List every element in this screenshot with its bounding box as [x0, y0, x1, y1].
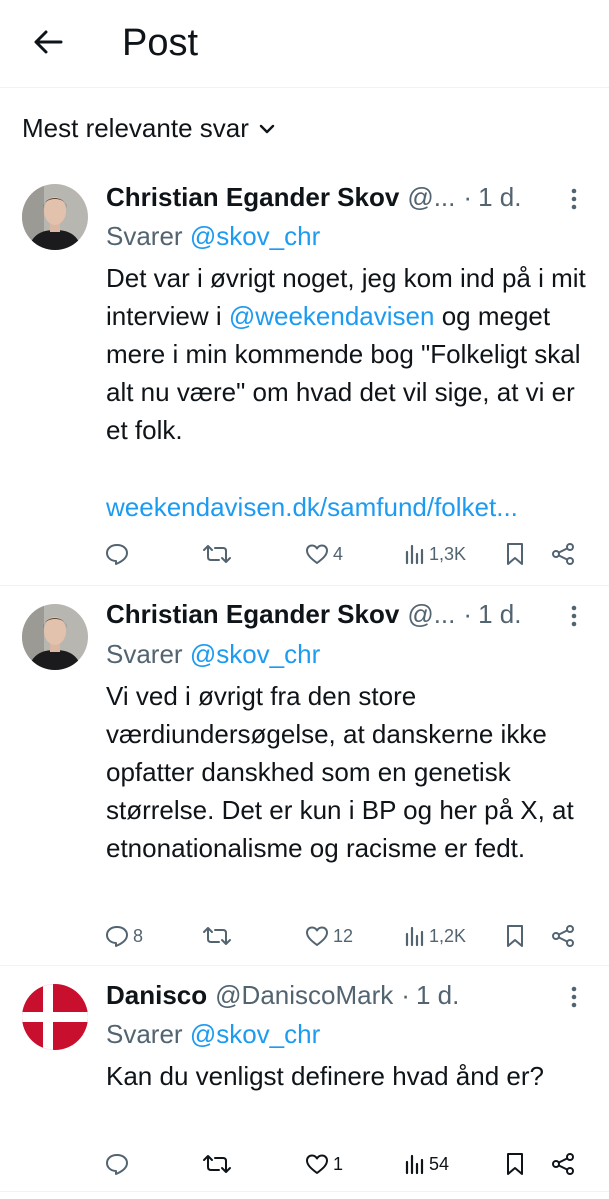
bookmark-icon [507, 925, 523, 947]
sort-dropdown[interactable]: Mest relevante svar [22, 110, 275, 146]
bookmark-button[interactable] [504, 1148, 526, 1180]
post-time[interactable]: 1 d. [416, 978, 459, 1012]
heart-icon [306, 926, 328, 946]
share-icon [552, 1153, 574, 1175]
share-button[interactable] [550, 538, 576, 570]
bookmark-icon [507, 543, 523, 565]
replying-to: Svarer @skov_chr [106, 1017, 320, 1051]
heart-icon [306, 1154, 328, 1174]
reply-button[interactable]: 8 [104, 920, 143, 952]
like-button[interactable]: 12 [304, 920, 353, 952]
bookmark-button[interactable] [504, 920, 526, 952]
author-handle[interactable]: @... [407, 180, 455, 214]
more-vertical-icon [571, 605, 577, 627]
more-vertical-icon [571, 986, 577, 1008]
views-button[interactable]: 1,2K [404, 920, 466, 952]
replying-to-handle[interactable]: @skov_chr [190, 639, 320, 669]
share-button[interactable] [550, 1148, 576, 1180]
bookmark-button[interactable] [504, 538, 526, 570]
avatar[interactable] [22, 984, 88, 1050]
reply-post[interactable]: Danisco @DaniscoMark · 1 d. Svarer @skov… [0, 966, 609, 1192]
repost-icon [203, 927, 231, 945]
author-handle[interactable]: @... [407, 597, 455, 631]
replying-prefix: Svarer [106, 639, 183, 669]
external-link[interactable]: weekendavisen.dk/samfund/folket... [106, 492, 518, 522]
share-icon [552, 543, 574, 565]
like-count: 1 [333, 1153, 344, 1174]
more-options-button[interactable] [562, 601, 586, 631]
like-button[interactable]: 4 [304, 538, 343, 570]
share-button[interactable] [550, 920, 576, 952]
view-count: 1,3K [429, 543, 467, 564]
more-vertical-icon [571, 188, 577, 210]
reply-icon [106, 926, 128, 947]
like-button[interactable]: 1 [304, 1148, 343, 1180]
like-count: 4 [333, 543, 344, 564]
reply-icon [106, 1154, 128, 1175]
separator-dot: · [463, 599, 473, 629]
arrow-left-icon [34, 30, 63, 54]
replying-to-handle[interactable]: @skov_chr [190, 221, 320, 251]
views-button[interactable]: 54 [404, 1148, 449, 1180]
separator-dot: · [401, 980, 410, 1010]
reply-post[interactable]: Christian Egander Skov @... · 1 d. Svare… [0, 166, 609, 586]
author-handle[interactable]: @DaniscoMark [215, 978, 393, 1012]
like-count: 12 [333, 925, 354, 946]
more-options-button[interactable] [562, 982, 586, 1012]
heart-icon [306, 544, 328, 564]
reply-post[interactable]: Christian Egander Skov @... · 1 d. Svare… [0, 586, 609, 966]
post-link-row: weekendavisen.dk/samfund/folket... [106, 488, 596, 526]
avatar[interactable] [22, 604, 88, 670]
views-chart-icon [405, 926, 424, 947]
repost-button[interactable] [202, 920, 235, 952]
page-title: Post [122, 22, 199, 64]
views-button[interactable]: 1,3K [404, 538, 466, 570]
sort-label: Mest relevante svar [22, 113, 249, 143]
share-icon [552, 925, 574, 947]
post-text: Vi ved i øvrigt fra den store værdiunder… [106, 681, 574, 863]
post-text: Kan du venligst definere hvad ånd er? [106, 1061, 544, 1091]
action-bar: 4 1,3K [104, 538, 584, 570]
reply-icon [106, 544, 128, 565]
author-name[interactable]: Christian Egander Skov [106, 180, 399, 214]
replying-to: Svarer @skov_chr [106, 219, 320, 253]
reply-count: 8 [133, 925, 144, 946]
view-count: 1,2K [429, 925, 467, 946]
author-name[interactable]: Christian Egander Skov [106, 597, 399, 631]
back-button[interactable] [28, 22, 68, 62]
top-bar: Post [0, 0, 609, 88]
action-bar: 8 12 1,2K [104, 920, 584, 952]
replying-prefix: Svarer [106, 1019, 183, 1049]
mention-link[interactable]: @weekendavisen [229, 301, 435, 331]
replying-prefix: Svarer [106, 221, 183, 251]
more-options-button[interactable] [562, 184, 586, 214]
repost-icon [203, 1155, 231, 1173]
repost-icon [203, 545, 231, 563]
post-time[interactable]: 1 d. [478, 597, 521, 631]
view-count: 54 [429, 1153, 450, 1174]
reply-button[interactable] [104, 1148, 133, 1180]
repost-button[interactable] [202, 538, 235, 570]
replying-to-handle[interactable]: @skov_chr [190, 1019, 320, 1049]
danish-flag-avatar [22, 984, 88, 1050]
post-text: Det var i øvrigt noget, jeg kom ind på i… [106, 259, 596, 449]
bookmark-icon [507, 1153, 523, 1175]
views-chart-icon [405, 1154, 424, 1175]
replying-to: Svarer @skov_chr [106, 637, 320, 671]
repost-button[interactable] [202, 1148, 235, 1180]
reply-button[interactable] [104, 538, 133, 570]
avatar[interactable] [22, 184, 88, 250]
views-chart-icon [405, 544, 424, 565]
post-time[interactable]: 1 d. [478, 180, 521, 214]
author-name[interactable]: Danisco [106, 978, 207, 1012]
action-bar: 1 54 [104, 1148, 584, 1180]
chevron-down-icon [259, 124, 275, 134]
separator-dot: · [463, 182, 473, 212]
